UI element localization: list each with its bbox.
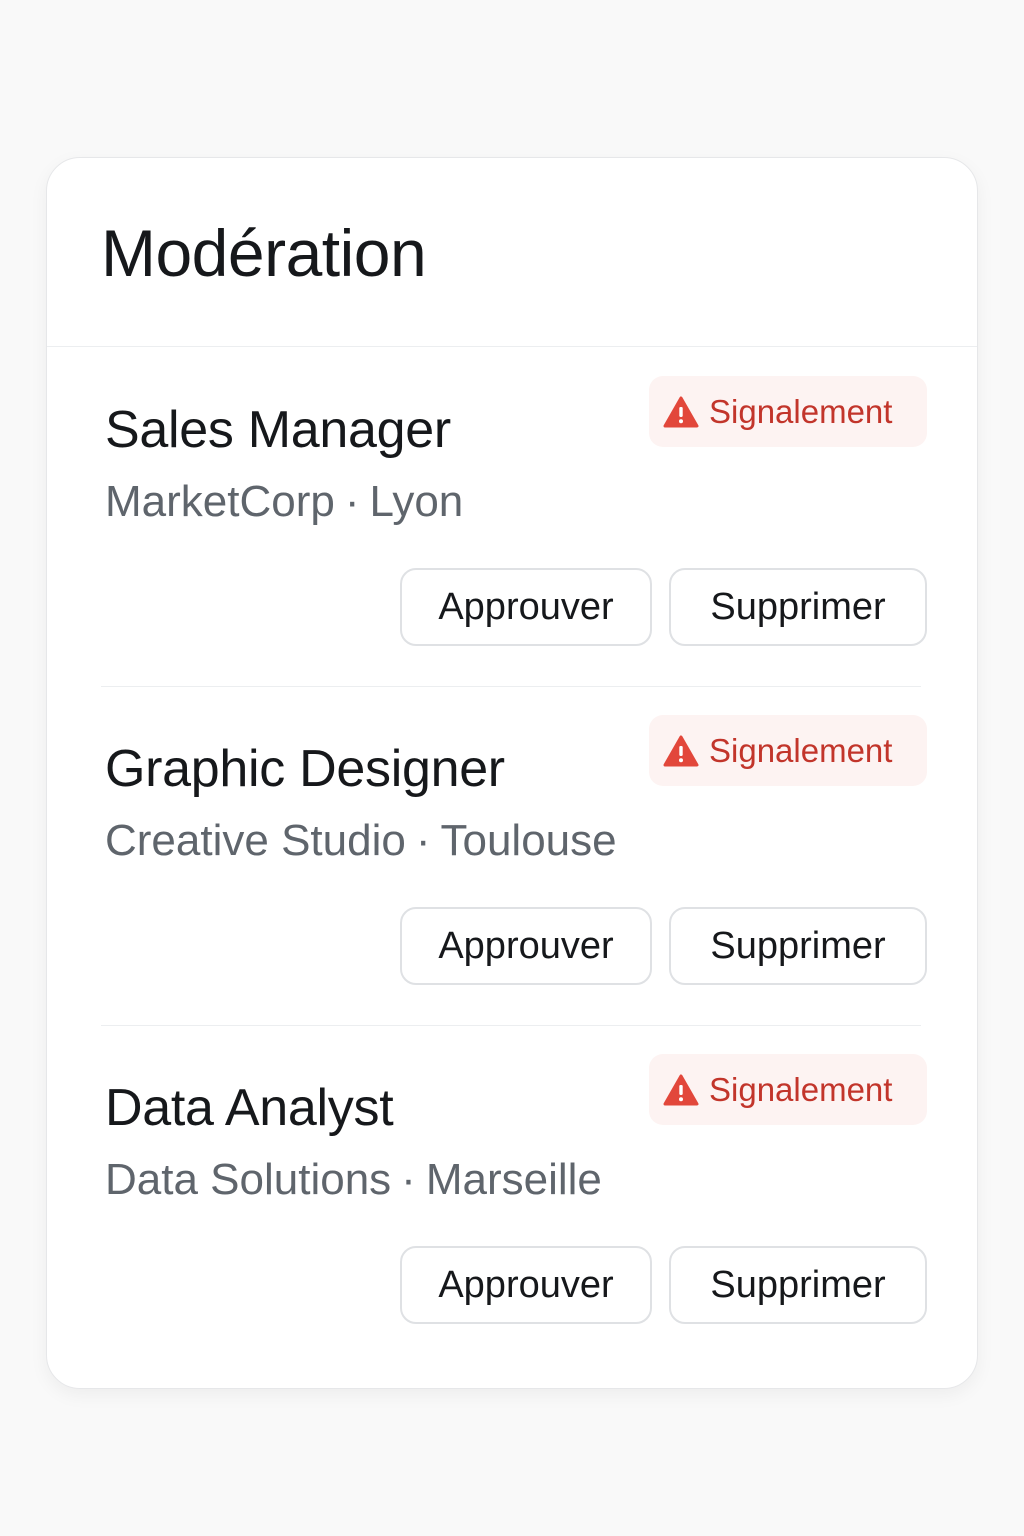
listing-item: Graphic Designer Creative Studio · Toulous… [101,687,927,1026]
job-location: Toulouse [440,816,617,865]
job-meta: MarketCorp · Lyon [105,480,463,524]
listing-item: Sales Manager MarketCorp · Lyon Signalemen… [101,348,927,687]
job-location: Marseille [425,1155,602,1204]
company-name: Creative Studio [105,816,406,865]
delete-button[interactable]: Supprimer [669,907,927,985]
company-name: MarketCorp [105,477,335,526]
page-title: Modération [101,216,427,290]
delete-button[interactable]: Supprimer [669,1246,927,1324]
approve-button[interactable]: Approuver [400,1246,652,1324]
listing-item: Data Analyst Data Solutions · Marseille Si… [101,1026,927,1364]
job-location: Lyon [369,477,464,526]
report-badge: Signalement [649,1054,927,1125]
warning-triangle-icon [663,1074,699,1105]
company-name: Data Solutions [105,1155,392,1204]
job-title: Sales Manager [105,401,451,459]
badge-label: Signalement [709,731,893,769]
moderation-card: Modération Sales Manager MarketCorp · Lyon… [46,157,978,1389]
job-meta: Creative Studio · Toulouse [105,819,617,863]
meta-separator: · [401,1155,416,1204]
card-header: Modération [47,158,977,347]
report-badge: Signalement [649,376,927,447]
delete-button[interactable]: Supprimer [669,568,927,646]
warning-triangle-icon [663,396,699,427]
job-title: Data Analyst [105,1079,394,1137]
approve-button[interactable]: Approuver [400,907,652,985]
warning-triangle-icon [663,735,699,766]
report-badge: Signalement [649,715,927,786]
meta-separator: · [344,477,360,526]
job-meta: Data Solutions · Marseille [105,1158,602,1202]
approve-button[interactable]: Approuver [400,568,652,646]
badge-label: Signalement [709,1070,893,1108]
job-title: Graphic Designer [105,740,505,798]
meta-separator: · [415,816,431,865]
badge-label: Signalement [709,392,893,430]
